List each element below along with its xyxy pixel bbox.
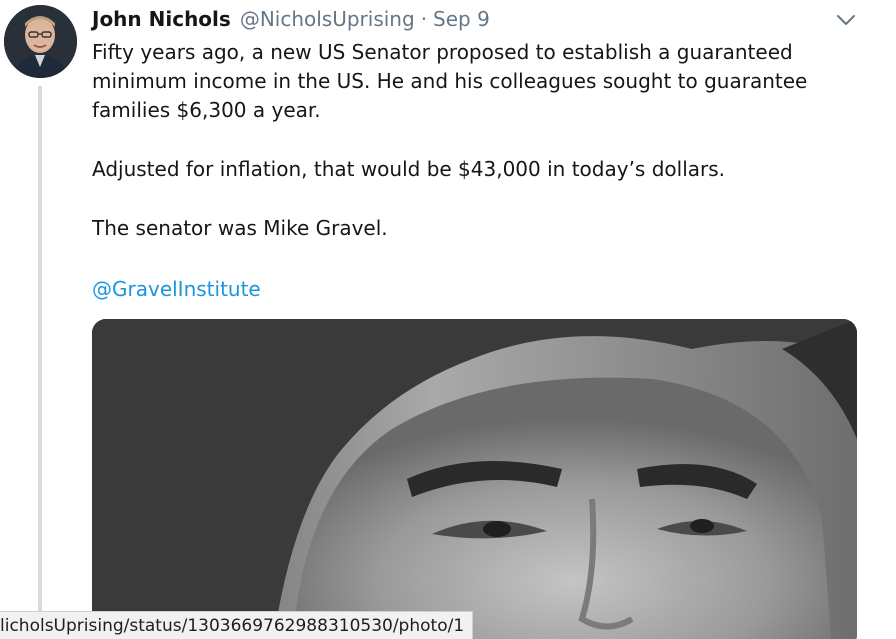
tweet: John Nichols @NicholsUprising · Sep 9 Fi… bbox=[0, 0, 896, 639]
browser-status-url: licholsUprising/status/13036697629883105… bbox=[0, 611, 474, 639]
tweet-text-line-4: Adjusted for inflation, that would be $4… bbox=[92, 157, 726, 181]
tweet-photo[interactable] bbox=[92, 319, 857, 639]
tweet-header: John Nichols @NicholsUprising · Sep 9 bbox=[92, 7, 490, 35]
gravel-institute-mention-link[interactable]: @GravelInstitute bbox=[92, 275, 852, 304]
tweet-text-line-3: families $6,300 a year. bbox=[92, 98, 321, 122]
tweet-text-line-1: Fifty years ago, a new US Senator propos… bbox=[92, 40, 793, 64]
chevron-down-icon[interactable] bbox=[834, 8, 858, 32]
author-name[interactable]: John Nichols bbox=[92, 7, 231, 31]
tweet-date[interactable]: Sep 9 bbox=[433, 7, 490, 31]
author-avatar[interactable] bbox=[4, 5, 77, 78]
thread-line bbox=[38, 86, 42, 639]
author-handle[interactable]: @NicholsUprising bbox=[240, 7, 415, 31]
tweet-text-line-2: minimum income in the US. He and his col… bbox=[92, 69, 808, 93]
separator-dot: · bbox=[420, 7, 428, 31]
tweet-text-line-5: The senator was Mike Gravel. bbox=[92, 216, 388, 240]
